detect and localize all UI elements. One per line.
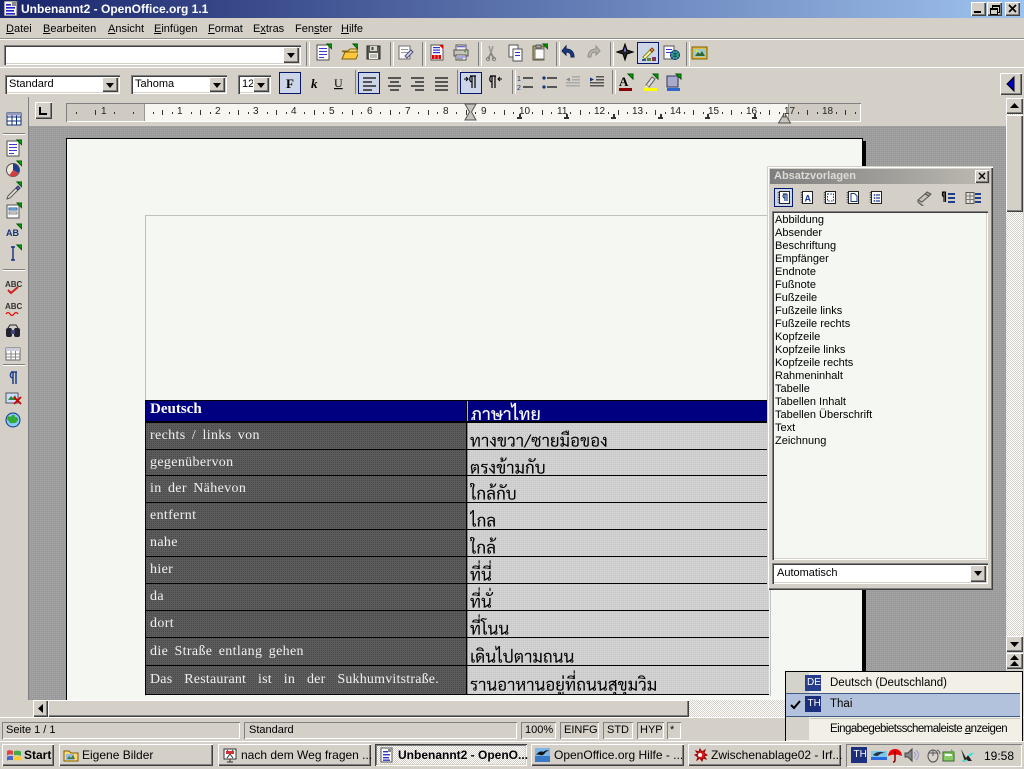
svg-text:U: U xyxy=(334,76,343,90)
svg-text:A: A xyxy=(619,74,629,89)
svg-text:1: 1 xyxy=(517,76,521,83)
svg-text:A: A xyxy=(805,194,812,204)
svg-text:ABC: ABC xyxy=(5,302,22,311)
svg-text:k: k xyxy=(311,76,318,91)
svg-text:2: 2 xyxy=(517,85,521,92)
svg-text:F: F xyxy=(286,76,294,91)
svg-text:AB: AB xyxy=(6,228,19,238)
svg-text:ABC: ABC xyxy=(5,280,22,289)
